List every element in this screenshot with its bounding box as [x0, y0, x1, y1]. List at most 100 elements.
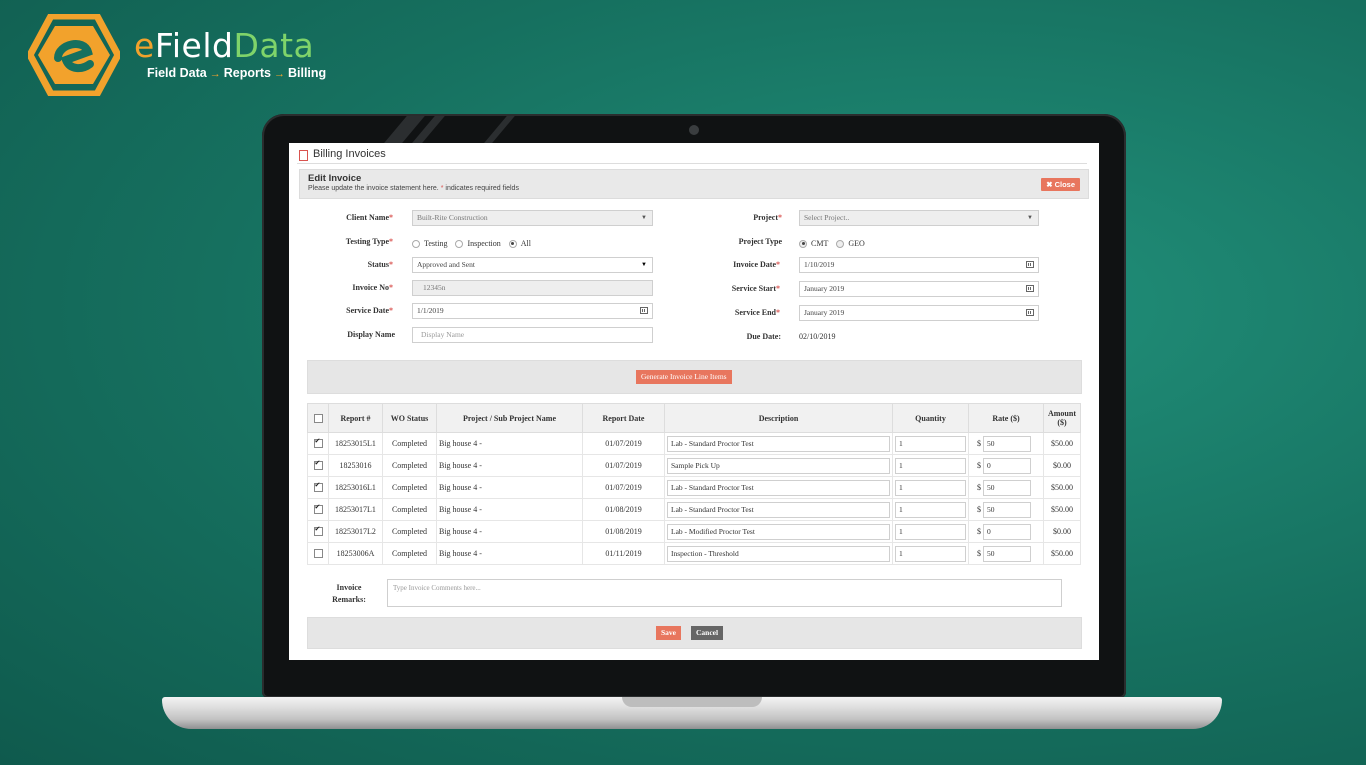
- generate-bar: Generate Invoice Line Items: [307, 360, 1082, 394]
- table-header-row: Report # WO Status Project / Sub Project…: [307, 403, 1081, 433]
- row-checkbox[interactable]: [313, 437, 323, 449]
- generate-line-items-button[interactable]: Generate Invoice Line Items: [636, 370, 732, 384]
- row-checkbox[interactable]: [313, 549, 323, 559]
- column-header: Project / Sub Project Name: [436, 403, 583, 433]
- display-name-field[interactable]: Display Name: [412, 327, 653, 343]
- row-select-cell: [307, 520, 329, 543]
- brand-tagline: Field Data → Reports → Billing: [147, 66, 327, 80]
- rate-input[interactable]: 50: [983, 435, 1031, 452]
- description-input[interactable]: Inspection - Threshold: [667, 545, 890, 562]
- calendar-icon[interactable]: [1026, 285, 1034, 292]
- project-label: Project*: [753, 213, 782, 222]
- rate-cell: $0: [968, 454, 1044, 477]
- cancel-button[interactable]: Cancel: [691, 626, 724, 640]
- row-select-cell: [307, 498, 329, 521]
- quantity-input[interactable]: 1: [895, 523, 966, 540]
- description-input[interactable]: Lab - Modified Proctor Test: [667, 523, 890, 540]
- report-number: 18253015L1: [328, 432, 383, 455]
- amount-value: $50.00: [1043, 432, 1081, 455]
- column-header: WO Status: [382, 403, 437, 433]
- project-name: Big house 4 -: [436, 432, 583, 455]
- testing-type-label: Testing Type*: [345, 237, 393, 246]
- table-row: 18253016CompletedBig house 4 -01/07/2019…: [307, 454, 1081, 477]
- radio-testing[interactable]: [412, 239, 420, 248]
- row-checkbox[interactable]: [313, 481, 323, 493]
- description-cell: Lab - Modified Proctor Test: [664, 520, 893, 543]
- column-header: Quantity: [892, 403, 969, 433]
- service-date-label: Service Date*: [346, 306, 393, 315]
- service-date-field[interactable]: 1/1/2019: [412, 303, 653, 319]
- rate-input[interactable]: 50: [983, 545, 1031, 562]
- invoice-no-field[interactable]: 12345n: [412, 280, 653, 296]
- row-checkbox[interactable]: [313, 503, 323, 515]
- invoice-no-label: Invoice No*: [352, 283, 393, 292]
- client-name-select[interactable]: Built-Rite Construction ▼: [412, 210, 653, 226]
- client-name-label: Client Name*: [346, 213, 393, 222]
- status-label: Status*: [367, 260, 393, 269]
- report-number: 18253017L1: [328, 498, 383, 521]
- service-end-field[interactable]: January 2019: [799, 305, 1039, 321]
- currency-symbol: $: [977, 461, 981, 470]
- report-date: 01/07/2019: [582, 454, 665, 477]
- save-button[interactable]: Save: [656, 626, 681, 640]
- service-start-field[interactable]: January 2019: [799, 281, 1039, 297]
- webcam: [689, 125, 699, 135]
- line-items-table: Report # WO Status Project / Sub Project…: [307, 403, 1081, 565]
- quantity-input[interactable]: 1: [895, 545, 966, 562]
- quantity-input[interactable]: 1: [895, 457, 966, 474]
- amount-value: $50.00: [1043, 542, 1081, 565]
- chevron-down-icon: ▼: [641, 215, 647, 221]
- row-select-cell: [307, 476, 329, 499]
- due-date-label: Due Date:: [746, 332, 781, 341]
- quantity-input[interactable]: 1: [895, 501, 966, 518]
- quantity-cell: 1: [892, 498, 969, 521]
- invoice-remarks-textarea[interactable]: Type Invoice Comments here...: [387, 579, 1062, 607]
- screen-glare: [290, 116, 530, 146]
- project-name: Big house 4 -: [436, 520, 583, 543]
- invoice-date-field[interactable]: 1/10/2019: [799, 257, 1039, 273]
- status-select[interactable]: Approved and Sent ▼: [412, 257, 653, 273]
- row-checkbox[interactable]: [313, 525, 323, 537]
- project-name: Big house 4 -: [436, 542, 583, 565]
- project-type-label: Project Type: [738, 237, 782, 246]
- radio-cmt[interactable]: [799, 239, 807, 248]
- row-checkbox[interactable]: [313, 459, 323, 471]
- calendar-icon[interactable]: [640, 307, 648, 314]
- quantity-input[interactable]: 1: [895, 479, 966, 496]
- project-name: Big house 4 -: [436, 454, 583, 477]
- description-input[interactable]: Lab - Standard Proctor Test: [667, 435, 890, 452]
- radio-inspection[interactable]: [455, 239, 464, 248]
- table-row: 18253017L1CompletedBig house 4 -01/08/20…: [307, 498, 1081, 521]
- close-button[interactable]: ✖ Close: [1041, 178, 1080, 191]
- report-date: 01/07/2019: [582, 476, 665, 499]
- rate-input[interactable]: 50: [983, 501, 1031, 518]
- select-all-header: [307, 403, 329, 433]
- rate-input[interactable]: 50: [983, 479, 1031, 496]
- project-select[interactable]: Select Project.. ▼: [799, 210, 1039, 226]
- currency-symbol: $: [977, 549, 981, 558]
- report-number: 18253016L1: [328, 476, 383, 499]
- amount-value: $50.00: [1043, 498, 1081, 521]
- wo-status: Completed: [382, 432, 437, 455]
- window-title: Billing Invoices: [313, 148, 386, 160]
- quantity-input[interactable]: 1: [895, 435, 966, 452]
- description-input[interactable]: Sample Pick Up: [667, 457, 890, 474]
- select-all-checkbox[interactable]: [313, 413, 323, 423]
- radio-geo[interactable]: [836, 239, 845, 248]
- description-input[interactable]: Lab - Standard Proctor Test: [667, 501, 890, 518]
- project-name: Big house 4 -: [436, 476, 583, 499]
- wo-status: Completed: [382, 498, 437, 521]
- table-row: 18253017L2CompletedBig house 4 -01/08/20…: [307, 520, 1081, 543]
- calendar-icon[interactable]: [1026, 309, 1034, 316]
- rate-cell: $50: [968, 542, 1044, 565]
- currency-symbol: $: [977, 483, 981, 492]
- radio-all[interactable]: [508, 239, 517, 248]
- rate-input[interactable]: 0: [983, 523, 1031, 540]
- table-row: 18253016L1CompletedBig house 4 -01/07/20…: [307, 476, 1081, 499]
- invoice-remarks-label: Invoice Remarks:: [332, 583, 366, 604]
- brand-name: eFieldData: [134, 26, 315, 65]
- rate-input[interactable]: 0: [983, 457, 1031, 474]
- calendar-icon[interactable]: [1026, 261, 1034, 268]
- chevron-down-icon: ▼: [1027, 215, 1033, 221]
- description-input[interactable]: Lab - Standard Proctor Test: [667, 479, 890, 496]
